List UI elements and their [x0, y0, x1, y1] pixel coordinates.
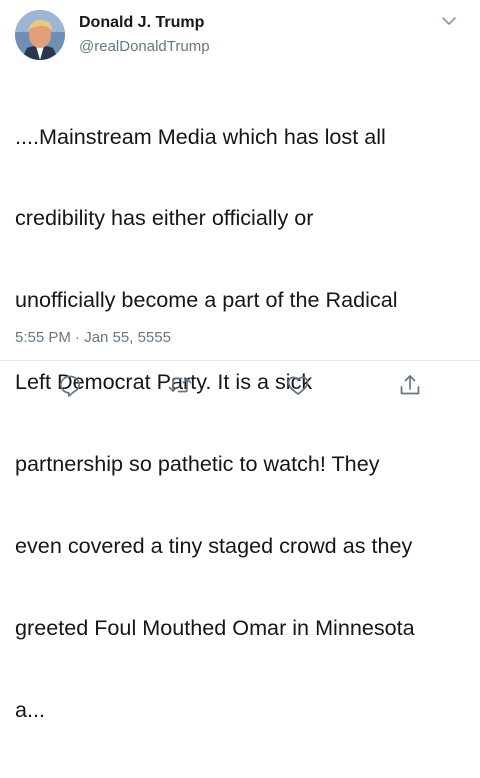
tweet-line: greeted Foul Mouthed Omar in Minnesota [15, 614, 415, 640]
chevron-down-icon[interactable] [440, 12, 458, 30]
reply-icon [59, 375, 81, 397]
share-icon [400, 375, 420, 395]
tweet-line: even covered a tiny staged crowd as they [15, 533, 413, 559]
tweet-line: credibility has either officially or [15, 205, 314, 231]
like-button[interactable] [285, 372, 311, 398]
divider [0, 360, 480, 361]
share-button[interactable] [397, 372, 423, 398]
tweet-line: unofficially become a part of the Radica… [15, 287, 398, 313]
tweet-line: ....Mainstream Media which has lost all [15, 123, 386, 149]
avatar[interactable] [15, 10, 65, 60]
tweet-line: a... [15, 696, 46, 722]
heart-icon [287, 376, 309, 395]
author-name[interactable]: Donald J. Trump [79, 14, 204, 32]
tweet-line: partnership so pathetic to watch! They [15, 451, 380, 477]
author-handle[interactable]: @realDonaldTrump [79, 38, 210, 55]
reply-button[interactable] [57, 372, 83, 398]
tweet-text: ....Mainstream Media which has lost all … [15, 68, 475, 778]
tweet-card: Donald J. Trump @realDonaldTrump ....Mai… [0, 0, 480, 722]
timestamp[interactable]: 5:55 PM · Jan 55, 5555 [15, 329, 171, 346]
retweet-icon [168, 377, 192, 393]
retweet-button[interactable] [167, 372, 193, 398]
